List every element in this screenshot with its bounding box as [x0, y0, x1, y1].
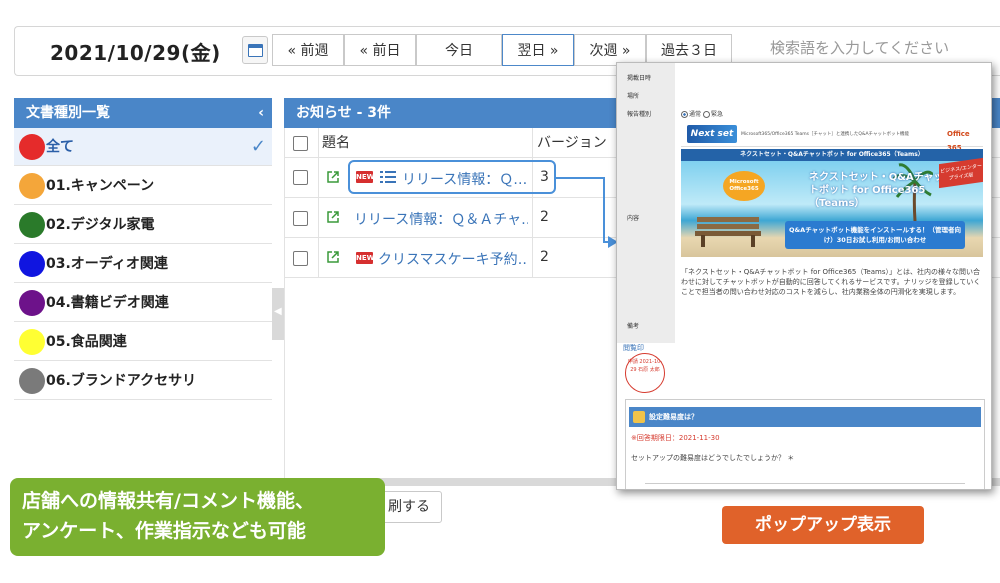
- prev-day-button[interactable]: « 前日: [344, 34, 416, 66]
- feature-callout-line1: 店舗への情報共有/コメント機能、: [22, 490, 314, 512]
- category-color-dot: [19, 329, 45, 355]
- feature-callout: 店舗への情報共有/コメント機能、 アンケート、作業指示なども可能: [10, 478, 385, 556]
- banner-strip-title: ネクストセット・Q&Aチャットボット for Office365（Teams）: [681, 149, 983, 161]
- today-button[interactable]: 今日: [416, 34, 502, 66]
- collapse-left-icon: ◀: [274, 306, 282, 317]
- category-color-dot: [19, 173, 45, 199]
- category-label: 01.キャンペーン: [46, 178, 155, 194]
- row-checkbox[interactable]: [293, 211, 308, 226]
- survey-deadline: ※回答期限日：2021-11-30: [631, 434, 720, 442]
- next-day-button[interactable]: 翌日 »: [502, 34, 574, 66]
- print-button[interactable]: 刷する: [376, 491, 442, 523]
- popup-label-remarks: 備考: [627, 323, 640, 330]
- category-color-dot: [19, 368, 45, 394]
- connector-arrow-icon: [556, 177, 618, 248]
- category-label: 02.デジタル家電: [46, 217, 155, 233]
- column-header-version[interactable]: バージョン: [537, 128, 607, 158]
- urgency-radio-group: 通常 緊急: [681, 109, 723, 118]
- notice-description: 「ネクストセット・Q&Aチャットボット for Office365（Teams）…: [681, 268, 981, 296]
- new-badge-icon: NEW: [356, 252, 375, 264]
- doc-type-panel-header: 文書種別一覧 ‹: [14, 98, 272, 128]
- category-food[interactable]: 05.食品関連: [14, 323, 272, 361]
- category-all[interactable]: 全て ✓: [14, 128, 272, 166]
- select-all-checkbox[interactable]: [293, 136, 308, 151]
- category-color-dot: [19, 251, 45, 277]
- category-brand[interactable]: 06.ブランドアクセサリ: [14, 362, 272, 400]
- category-color-dot: [19, 134, 45, 160]
- calendar-icon: [248, 44, 263, 57]
- current-date: 2021/10/29(金): [50, 41, 221, 65]
- radio-normal-label: 通常: [689, 111, 702, 118]
- notice-version: 2: [540, 249, 549, 265]
- check-icon: ✓: [250, 136, 266, 157]
- popup-label-date: 掲載日時: [627, 75, 652, 82]
- notice-version: 2: [540, 209, 549, 225]
- category-color-dot: [19, 212, 45, 238]
- popup-label-place: 場所: [627, 93, 640, 100]
- survey-icon: [633, 411, 645, 423]
- column-header-title[interactable]: 題名: [322, 128, 350, 158]
- highlight-box: [348, 160, 556, 194]
- calendar-button[interactable]: [242, 36, 268, 64]
- bench-icon: [695, 217, 761, 247]
- notice-title-link[interactable]: リリース情報：Ｑ＆Ａチャ…: [354, 209, 528, 229]
- prev-week-button[interactable]: « 前週: [272, 34, 344, 66]
- category-label: 03.オーディオ関連: [46, 256, 168, 272]
- feature-callout-line2: アンケート、作業指示なども可能: [22, 520, 306, 542]
- banner-title: ネクストセット・Q&Aチャットボット for Office365（Teams）: [809, 172, 944, 209]
- survey-question-text: セットアップの難易度はどうでしたでしょうか？ ＊: [631, 454, 795, 462]
- notice-title-link[interactable]: クリスマスケーキ予約…: [378, 249, 528, 269]
- open-external-icon[interactable]: [326, 250, 340, 264]
- radio-normal[interactable]: [681, 111, 688, 118]
- category-digital[interactable]: 02.デジタル家電: [14, 206, 272, 244]
- approval-stamp: 申請 2021-10-29 石原 太郎: [625, 353, 665, 393]
- install-banner-button[interactable]: Q&Aチャットボット機能をインストールする！（管理者向け）30日お試し利用/お問…: [785, 221, 965, 249]
- category-label: 05.食品関連: [46, 334, 127, 350]
- row-checkbox[interactable]: [293, 251, 308, 266]
- collapse-chevron-icon[interactable]: ‹: [258, 98, 264, 128]
- office365-logo: Office 365: [947, 130, 970, 152]
- category-label: 04.書籍ビデオ関連: [46, 295, 169, 311]
- category-campaign[interactable]: 01.キャンペーン: [14, 167, 272, 205]
- popup-label-type: 報告種別: [627, 111, 652, 118]
- open-external-icon[interactable]: [326, 170, 340, 184]
- popup-label-column: [617, 63, 675, 323]
- banner-header-caption: Microsoft365/Office365 Teams［チャット］と連携したQ…: [741, 132, 910, 137]
- panel-splitter-handle[interactable]: ◀: [272, 288, 284, 340]
- doc-type-panel-title: 文書種別一覧: [26, 105, 110, 121]
- category-label: 全て: [46, 139, 74, 155]
- category-color-dot: [19, 290, 45, 316]
- popup-callout: ポップアップ表示: [722, 506, 924, 544]
- row-checkbox[interactable]: [293, 170, 308, 185]
- popup-label-column: [617, 323, 675, 343]
- survey-answer-line[interactable]: [645, 483, 965, 484]
- category-books[interactable]: 04.書籍ビデオ関連: [14, 284, 272, 322]
- category-label: 06.ブランドアクセサリ: [46, 373, 197, 389]
- open-external-icon[interactable]: [326, 210, 340, 224]
- radio-urgent[interactable]: [702, 111, 710, 118]
- office365-badge: Microsoft Office365: [723, 171, 765, 201]
- survey-question-title: 設定難易度は？: [629, 407, 981, 427]
- category-audio[interactable]: 03.オーディオ関連: [14, 245, 272, 283]
- radio-urgent-label: 緊急: [710, 111, 723, 118]
- nextset-logo: Next set: [687, 125, 737, 143]
- view-stamp-label: 閲覧印: [623, 344, 644, 352]
- popup-window[interactable]: 掲載日時 場所 報告種別 内容 備考 通常 緊急 Next set Micros…: [616, 62, 992, 490]
- search-input[interactable]: 検索語を入力してください: [766, 36, 1000, 62]
- popup-label-content: 内容: [627, 215, 640, 222]
